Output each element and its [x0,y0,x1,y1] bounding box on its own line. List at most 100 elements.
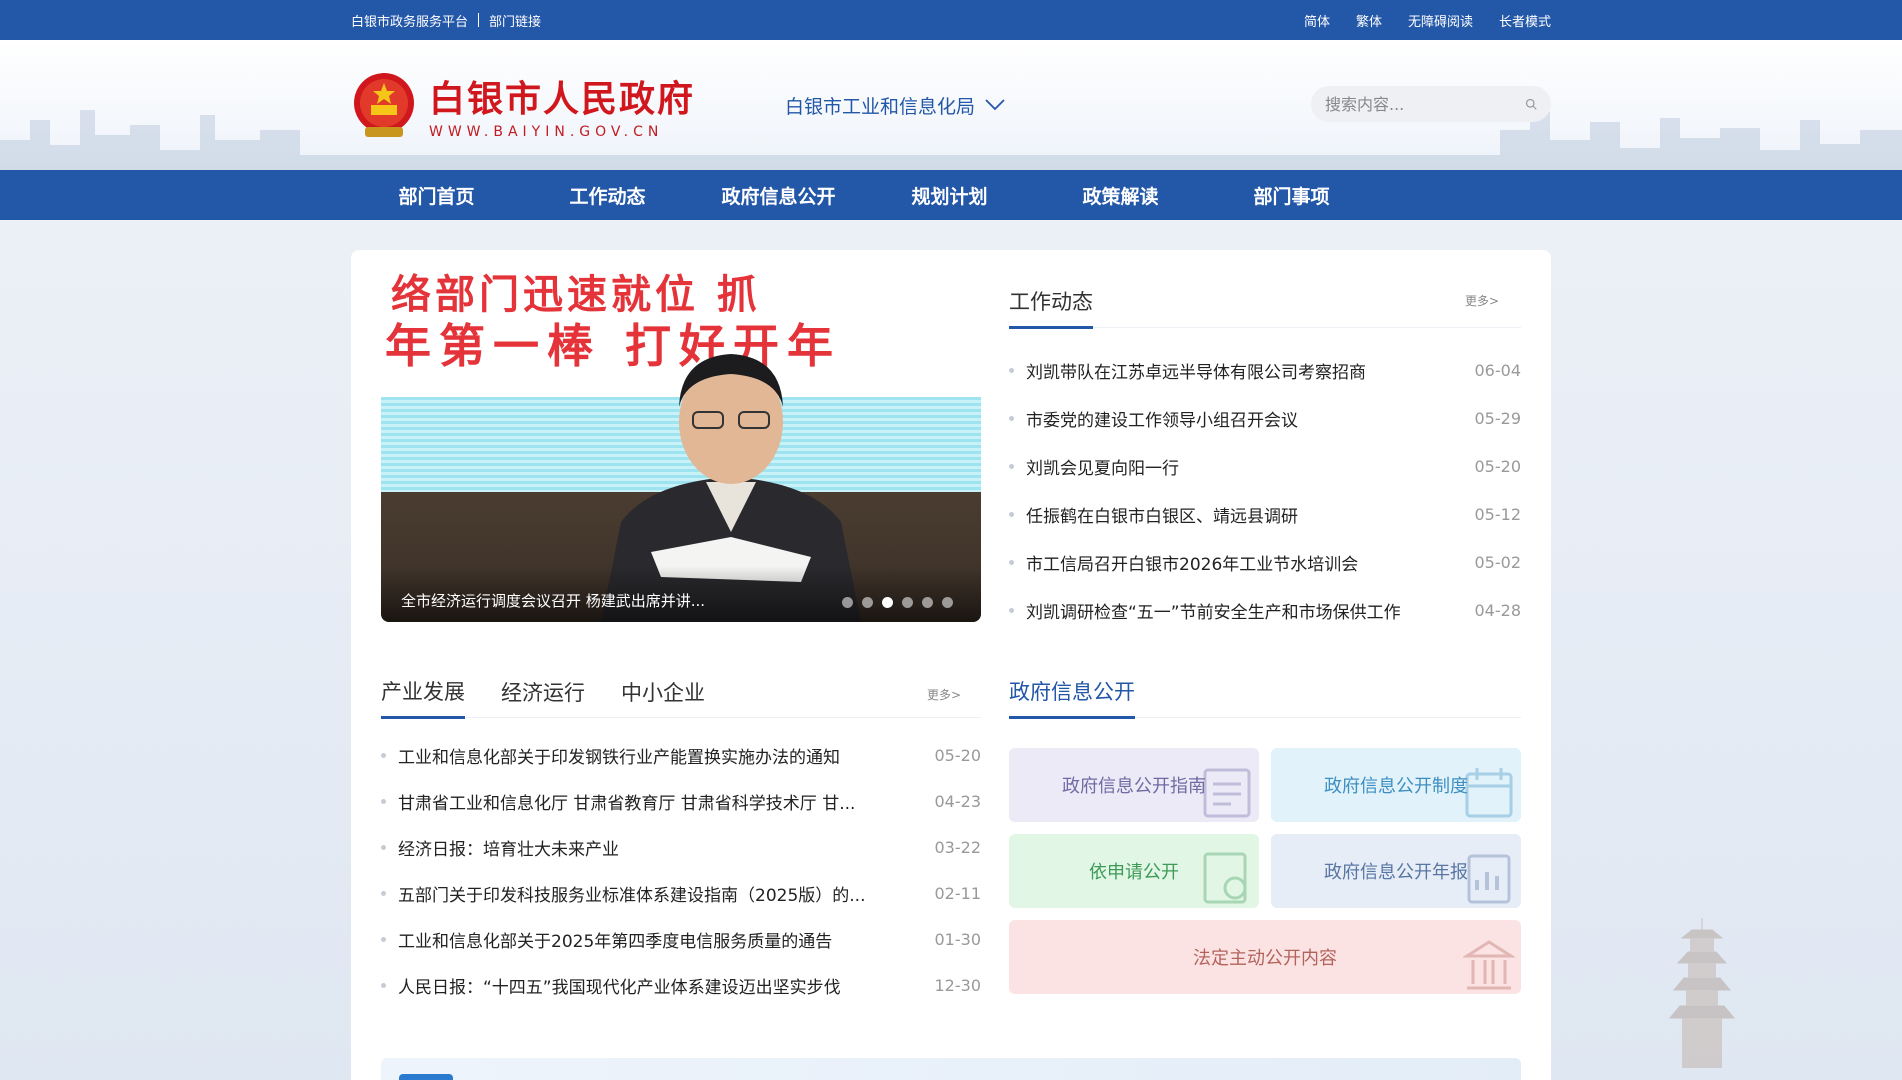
tab-industry-development[interactable]: 产业发展 [381,676,465,719]
news-date: 05-02 [1474,552,1522,572]
work-news-more-link[interactable]: 更多> [1465,292,1499,327]
industry-more-link[interactable]: 更多> [927,686,961,717]
news-date: 01-30 [934,929,982,949]
nav-item-work-news[interactable]: 工作动态 [522,182,693,209]
list-item[interactable]: 甘肃省工业和信息化厅 甘肃省教育厅 甘肃省科学技术厅 甘... 04-23 [381,778,981,824]
list-item[interactable]: 五部门关于印发科技服务业标准体系建设指南（2025版）的... 02-11 [381,870,981,916]
national-emblem-icon [354,73,414,137]
gov-info-panel: 政府信息公开 政府信息公开指南 政府信息公开制度 依申请公开 政府信息公开年报 [1009,668,1521,1008]
work-news-list: 刘凯带队在江苏卓远半导体有限公司考察招商 06-04 市委党的建设工作领导小组召开… [1009,346,1521,634]
search-input[interactable] [1325,94,1525,114]
gov-info-system-card[interactable]: 政府信息公开制度 [1271,748,1521,822]
news-date: 02-11 [934,883,982,903]
list-item[interactable]: 任振鹤在白银市白银区、靖远县调研 05-12 [1009,490,1521,538]
search-box [1311,86,1551,122]
app-icon [399,1074,453,1080]
list-item[interactable]: 刘凯会见夏向阳一行 05-20 [1009,442,1521,490]
list-item[interactable]: 人民日报：“十四五”我国现代化产业体系建设迈出坚实步伐 12-30 [381,962,981,1008]
top-bar: 白银市政务服务平台 部门链接 简体 繁体 无障碍阅读 长者模式 [0,0,1902,40]
news-date: 05-20 [934,745,982,765]
tab-economic-operation[interactable]: 经济运行 [501,677,585,717]
site-logo[interactable]: 白银市人民政府 WWW.BAIYIN.GOV.CN [351,69,695,141]
list-item[interactable]: 经济日报：培育壮大未来产业 03-22 [381,824,981,870]
news-title: 市委党的建设工作领导小组召开会议 [1009,406,1298,431]
card-label: 法定主动公开内容 [1193,948,1337,969]
news-title: 工业和信息化部关于2025年第四季度电信服务质量的通告 [381,927,832,952]
card-label: 政府信息公开指南 [1062,776,1206,797]
news-title: 市工信局召开白银市2026年工业节水培训会 [1009,550,1358,575]
carousel-dot[interactable] [862,597,873,608]
gov-info-guide-card[interactable]: 政府信息公开指南 [1009,748,1259,822]
carousel-dot[interactable] [942,597,953,608]
carousel-dot[interactable] [842,597,853,608]
statutory-disclosure-card[interactable]: 法定主动公开内容 [1009,920,1521,994]
list-item[interactable]: 工业和信息化部关于印发钢铁行业产能置换实施办法的通知 05-20 [381,732,981,778]
news-title: 五部门关于印发科技服务业标准体系建设指南（2025版）的... [381,881,865,906]
news-date: 05-12 [1474,504,1522,524]
list-item[interactable]: 市委党的建设工作领导小组召开会议 05-29 [1009,394,1521,442]
accessible-link[interactable]: 无障碍阅读 [1408,11,1473,30]
calendar-icon [1465,768,1513,818]
apply-disclosure-card[interactable]: 依申请公开 [1009,834,1259,908]
simplified-link[interactable]: 简体 [1304,11,1330,30]
department-name: 白银市工业和信息化局 [785,95,976,118]
news-date: 05-20 [1474,456,1522,476]
carousel-dot-active[interactable] [882,597,893,608]
news-date: 06-04 [1474,360,1522,380]
news-carousel[interactable]: 络部门迅速就位 抓 年第一棒 打好开年 全市经济运行调度会议召开 杨建武出席并讲… [381,272,981,622]
header: 白银市人民政府 WWW.BAIYIN.GOV.CN 白银市工业和信息化局 [0,40,1902,170]
card-label: 政府信息公开年报 [1324,862,1468,883]
main-nav: 部门首页 工作动态 政府信息公开 规划计划 政策解读 部门事项 [0,170,1902,220]
footer-contact-card [381,1058,1521,1080]
platform-link[interactable]: 白银市政务服务平台 [351,11,468,30]
list-item[interactable]: 刘凯带队在江苏卓远半导体有限公司考察招商 06-04 [1009,346,1521,394]
card-label: 依申请公开 [1089,862,1179,883]
news-title: 刘凯会见夏向阳一行 [1009,454,1179,479]
carousel-dots [842,597,953,608]
news-title: 任振鹤在白银市白银区、靖远县调研 [1009,502,1298,527]
work-news-panel: 工作动态 更多> 刘凯带队在江苏卓远半导体有限公司考察招商 06-04 市委党的建… [1009,272,1521,634]
chevron-down-icon [985,99,1005,111]
annual-report-card[interactable]: 政府信息公开年报 [1271,834,1521,908]
document-icon [1203,768,1251,818]
news-date: 12-30 [934,975,982,995]
traditional-link[interactable]: 繁体 [1356,11,1382,30]
news-date: 04-28 [1474,600,1522,620]
carousel-dot[interactable] [902,597,913,608]
nav-item-home[interactable]: 部门首页 [351,182,522,209]
elderly-mode-link[interactable]: 长者模式 [1499,11,1551,30]
divider [478,13,480,27]
gov-info-title[interactable]: 政府信息公开 [1009,676,1135,719]
news-title: 刘凯调研检查“五一”节前安全生产和市场保供工作 [1009,598,1401,623]
news-date: 03-22 [934,837,982,857]
news-title: 经济日报：培育壮大未来产业 [381,835,619,860]
news-title: 甘肃省工业和信息化厅 甘肃省教育厅 甘肃省科学技术厅 甘... [381,789,855,814]
nav-item-policy[interactable]: 政策解读 [1035,182,1206,209]
news-date: 05-29 [1474,408,1522,428]
tab-sme[interactable]: 中小企业 [621,677,705,717]
list-item[interactable]: 刘凯调研检查“五一”节前安全生产和市场保供工作 04-28 [1009,586,1521,634]
gov-info-grid: 政府信息公开指南 政府信息公开制度 依申请公开 政府信息公开年报 法定主动公开内… [1009,748,1521,994]
carousel-caption[interactable]: 全市经济运行调度会议召开 杨建武出席并讲... [381,566,981,622]
site-name: 白银市人民政府 [429,79,696,120]
department-selector[interactable]: 白银市工业和信息化局 [785,92,1005,119]
list-item[interactable]: 市工信局召开白银市2026年工业节水培训会 05-02 [1009,538,1521,586]
list-item[interactable]: 工业和信息化部关于2025年第四季度电信服务质量的通告 01-30 [381,916,981,962]
pagoda-decoration [1668,918,1736,1068]
main-content: 络部门迅速就位 抓 年第一棒 打好开年 全市经济运行调度会议召开 杨建武出席并讲… [351,250,1551,1080]
work-news-title[interactable]: 工作动态 [1009,286,1093,329]
nav-item-gov-info[interactable]: 政府信息公开 [693,182,864,209]
nav-item-planning[interactable]: 规划计划 [864,182,1035,209]
nav-item-dept-affairs[interactable]: 部门事项 [1206,182,1377,209]
carousel-dot[interactable] [922,597,933,608]
site-url: WWW.BAIYIN.GOV.CN [429,124,664,140]
form-icon [1203,852,1247,904]
search-icon[interactable] [1525,96,1537,112]
report-icon [1467,854,1511,904]
industry-panel: 产业发展 经济运行 中小企业 更多> 工业和信息化部关于印发钢铁行业产能置换实施… [381,668,981,1008]
dept-links-link[interactable]: 部门链接 [489,11,541,30]
industry-news-list: 工业和信息化部关于印发钢铁行业产能置换实施办法的通知 05-20 甘肃省工业和信息… [381,732,981,1008]
news-date: 04-23 [934,791,982,811]
card-label: 政府信息公开制度 [1324,776,1468,797]
news-title: 人民日报：“十四五”我国现代化产业体系建设迈出坚实步伐 [381,973,841,998]
